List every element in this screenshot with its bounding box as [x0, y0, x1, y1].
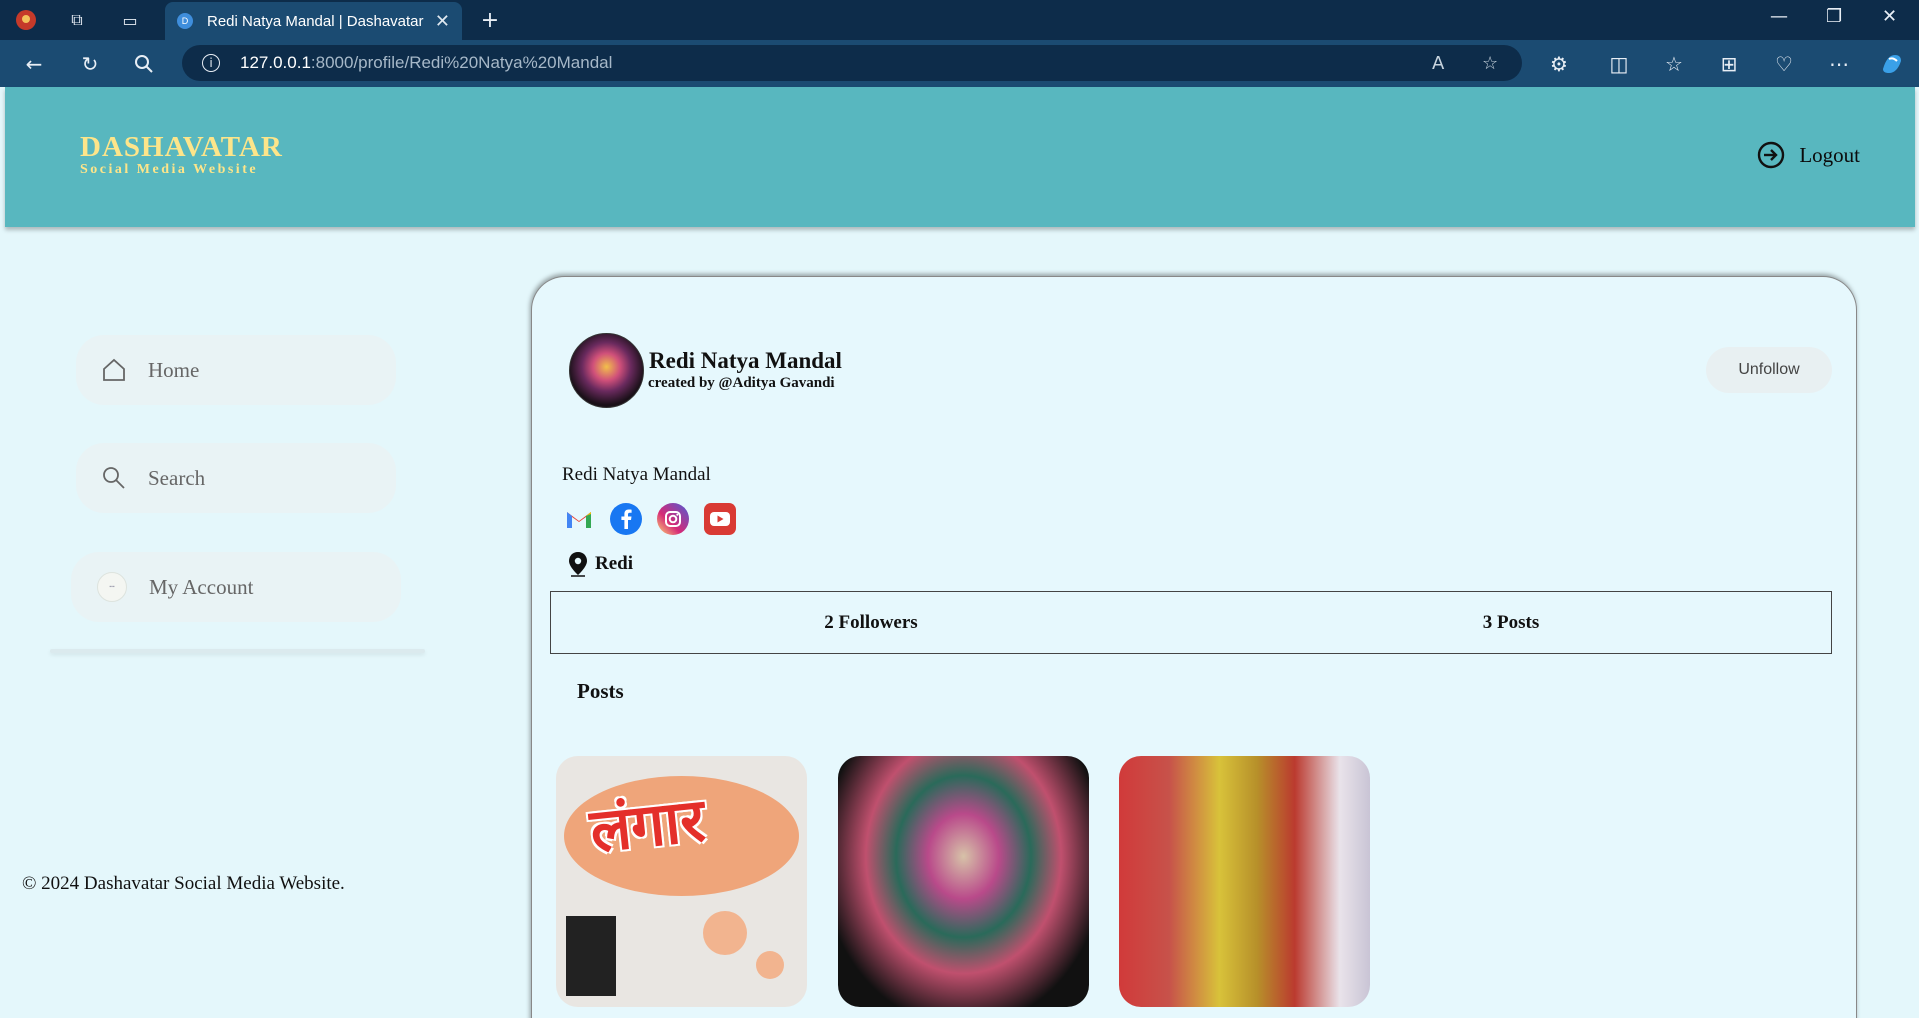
url-field[interactable]: i 127.0.0.1:8000/profile/Redi%20Natya%20… [182, 45, 1522, 81]
profile-stats: 2 Followers 3 Posts [550, 591, 1832, 654]
sidebar-divider [50, 649, 425, 653]
site-header: DASHAVATAR Social Media Website Logout [5, 87, 1915, 227]
window-close-icon[interactable]: ✕ [1882, 6, 1897, 27]
sidebar-item-label: Search [148, 465, 206, 490]
posts-count[interactable]: 3 Posts [1191, 592, 1831, 653]
copilot-icon[interactable] [1878, 50, 1906, 78]
new-tab-icon[interactable]: + [478, 8, 502, 33]
site-info-icon[interactable]: i [202, 54, 220, 72]
followers-count[interactable]: 2 Followers [551, 592, 1191, 653]
brand-subtitle: Social Media Website [80, 162, 259, 177]
profile-name: Redi Natya Mandal [649, 348, 842, 373]
location-label: Redi [595, 553, 633, 574]
home-icon [100, 356, 128, 384]
search-icon [100, 464, 128, 492]
back-icon[interactable]: ← [20, 50, 48, 78]
logout-label: Logout [1799, 142, 1860, 167]
logout-button[interactable]: Logout [1757, 141, 1860, 169]
sidebar-item-label: Home [148, 357, 200, 382]
post-image-text: लंगार [586, 785, 709, 867]
profile-bio: Redi Natya Mandal [562, 464, 711, 485]
youtube-icon[interactable] [703, 502, 736, 535]
extensions-icon[interactable]: ⚙ [1545, 50, 1573, 78]
post-image-detail [756, 951, 784, 979]
minimize-icon[interactable]: — [1770, 6, 1788, 27]
favorites-icon[interactable]: ☆ [1660, 50, 1688, 78]
tab-close-icon[interactable]: ✕ [435, 11, 450, 32]
post-thumbnail[interactable] [838, 756, 1089, 1007]
facebook-icon[interactable] [609, 502, 642, 535]
sidebar-item-search[interactable]: Search [76, 443, 396, 513]
browser-tab-bar: ⧉ ▭ D Redi Natya Mandal | Dashavatar ✕ +… [0, 0, 1919, 40]
browser-address-bar: ← ↻ i 127.0.0.1:8000/profile/Redi%20Naty… [0, 40, 1919, 87]
active-tab[interactable]: D Redi Natya Mandal | Dashavatar ✕ [165, 2, 462, 40]
footer-copyright: © 2024 Dashavatar Social Media Website. [22, 873, 345, 894]
sidebar-item-my-account[interactable]: ▪▪▪ My Account [71, 552, 401, 622]
location-pin-icon [569, 552, 587, 577]
collections-icon[interactable]: ⊞ [1715, 50, 1743, 78]
posts-heading: Posts [577, 679, 624, 703]
restore-icon[interactable]: ❐ [1826, 6, 1842, 27]
profile-location: Redi [567, 551, 633, 577]
tab-title: Redi Natya Mandal | Dashavatar [207, 12, 424, 30]
browser-essentials-icon[interactable]: ♡ [1770, 50, 1798, 78]
post-thumbnail[interactable] [1119, 756, 1370, 1007]
account-avatar: ▪▪▪ [97, 572, 127, 602]
brand-name: DASHAVATAR [80, 131, 283, 163]
url-path: :8000/profile/Redi%20Natya%20Mandal [310, 53, 613, 72]
post-image-detail [566, 916, 616, 996]
favorite-star-icon[interactable]: ☆ [1482, 53, 1498, 74]
unfollow-button[interactable]: Unfollow [1706, 347, 1832, 393]
instagram-icon[interactable] [656, 502, 689, 535]
logout-icon [1758, 141, 1785, 169]
more-options-icon[interactable]: ⋯ [1825, 50, 1853, 78]
gmail-icon[interactable] [562, 502, 595, 535]
profile-created-by[interactable]: created by @Aditya Gavandi [648, 375, 835, 392]
sidebar-item-home[interactable]: Home [76, 335, 396, 405]
read-aloud-icon[interactable]: A [1432, 53, 1444, 74]
workspaces-icon[interactable]: ⧉ [65, 8, 89, 32]
split-screen-icon[interactable]: ◫ [1605, 50, 1633, 78]
tab-actions-icon[interactable]: ▭ [118, 8, 142, 32]
refresh-icon[interactable]: ↻ [76, 50, 104, 78]
tab-favicon: D [177, 13, 193, 29]
search-web-icon[interactable] [130, 50, 158, 78]
profile-avatar [569, 333, 644, 408]
brand-logo[interactable]: DASHAVATAR Social Media Website [80, 131, 283, 178]
post-image-detail [703, 911, 747, 955]
post-thumbnail[interactable]: लंगार [556, 756, 807, 1007]
social-links [562, 502, 736, 535]
url-host: 127.0.0.1 [240, 53, 311, 72]
browser-profile-icon[interactable] [14, 8, 38, 32]
sidebar-item-label: My Account [149, 574, 254, 599]
